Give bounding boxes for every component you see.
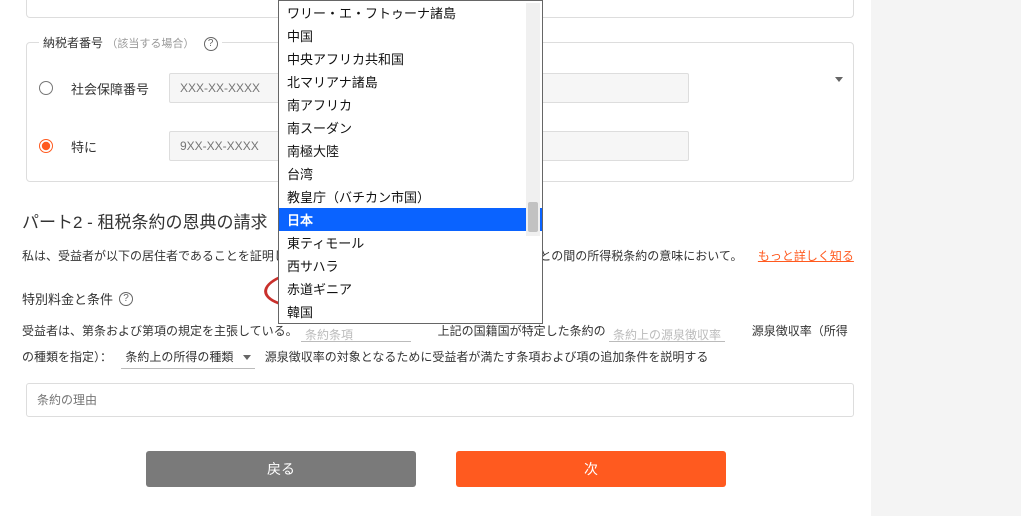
dropdown-option[interactable]: 台湾	[279, 162, 542, 185]
dropdown-option[interactable]: ワリー・エ・フトゥーナ諸島	[279, 1, 542, 24]
tax-id-legend-note: （該当する場合）	[106, 38, 194, 50]
ssn-radio[interactable]	[39, 81, 53, 95]
income-type-value: 条約上の所得の種類	[125, 344, 233, 370]
scrollbar-thumb[interactable]	[528, 202, 538, 232]
outside-area	[871, 0, 1021, 516]
dropdown-option[interactable]: 中央アフリカ共和国	[279, 47, 542, 70]
itin-radio[interactable]	[39, 139, 53, 153]
scrollbar[interactable]	[526, 3, 540, 236]
special-s2: 上記の国籍国が特定した条約の	[438, 324, 606, 338]
chevron-down-icon	[243, 355, 251, 360]
dropdown-option[interactable]: 東ティモール	[279, 231, 542, 254]
country-dropdown-listbox[interactable]: ワリー・エ・フトゥーナ諸島中国中央アフリカ共和国北マリアナ諸島南アフリカ南スーダ…	[278, 0, 543, 324]
special-s4: 源泉徴収率の対象となるために受益者が満たす条項および項の追加条件を説明する	[265, 350, 709, 364]
dropdown-option[interactable]: 中国	[279, 24, 542, 47]
dropdown-option[interactable]: 赤道ギニア	[279, 277, 542, 300]
dropdown-option[interactable]: 日本	[279, 208, 542, 231]
ssn-label: 社会保障番号	[71, 79, 151, 98]
learn-more-link[interactable]: もっと詳しく知る	[758, 249, 854, 263]
dropdown-option[interactable]: 南アフリカ	[279, 93, 542, 116]
income-type-select[interactable]: 条約上の所得の種類	[121, 347, 255, 369]
info-icon[interactable]: ?	[204, 37, 218, 51]
itin-label: 特に	[71, 137, 151, 156]
special-s1: 受益者は、第条および第項の規定を主張している。	[22, 324, 298, 338]
dropdown-option[interactable]: 教皇庁（バチカン市国）	[279, 185, 542, 208]
back-button[interactable]: 戻る	[146, 451, 416, 487]
dropdown-option[interactable]: 西サハラ	[279, 254, 542, 277]
dropdown-option[interactable]: 北マリアナ諸島	[279, 70, 542, 93]
dropdown-option[interactable]: 南スーダン	[279, 116, 542, 139]
next-button[interactable]: 次	[456, 451, 726, 487]
info-icon[interactable]: ?	[119, 292, 133, 306]
withholding-rate-input[interactable]: 条約上の源泉徴収率	[609, 322, 725, 342]
tax-id-legend-text: 納税者番号	[43, 36, 103, 50]
special-paragraph: 受益者は、第条および第項の規定を主張している。 条約条項 上記の国籍国が特定した…	[22, 318, 849, 371]
treaty-reason-input[interactable]	[26, 383, 854, 417]
cert-text-1: 私は、受益者が以下の居住者であることを証明します。	[22, 249, 321, 263]
button-row: 戻る 次	[146, 451, 855, 487]
dropdown-option[interactable]: 韓国	[279, 300, 542, 323]
tax-id-legend: 納税者番号 （該当する場合） ?	[39, 34, 222, 51]
dropdown-option[interactable]: 南極大陸	[279, 139, 542, 162]
special-heading: 特別料金と条件	[22, 289, 113, 308]
chevron-down-icon[interactable]	[835, 77, 843, 82]
treaty-article-input[interactable]: 条約条項	[301, 322, 411, 342]
